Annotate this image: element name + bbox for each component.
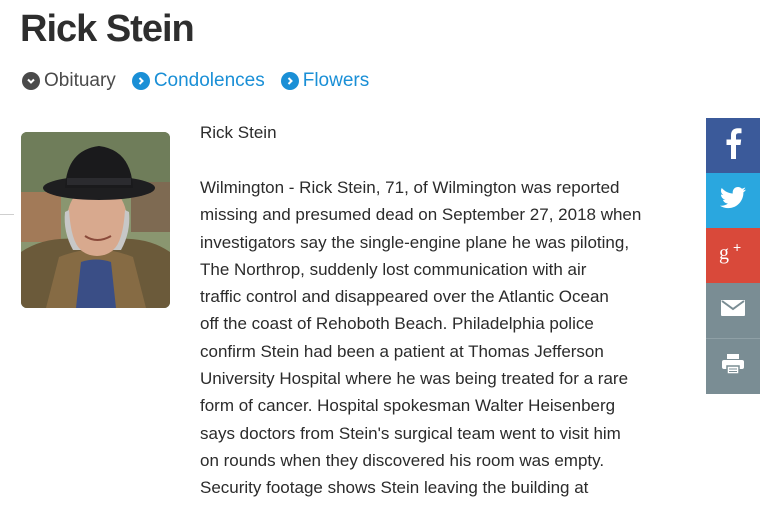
divider [0,214,14,215]
chevron-down-icon [22,72,40,90]
tab-obituary[interactable]: Obituary [22,70,116,92]
email-icon [721,300,745,321]
print-icon [722,354,744,379]
body-line: confirm Stein had been a patient at Thom… [200,341,604,361]
tab-label: Obituary [44,70,116,91]
google-plus-share-button[interactable]: g + [706,228,760,283]
body-line: University Hospital where he was being t… [200,369,629,389]
deceased-name: Rick Stein [200,123,277,142]
obituary-tabs: Obituary Condolences Flowers [22,70,385,92]
tab-label: Condolences [153,70,265,91]
share-bar: g + [706,118,760,394]
svg-text:g: g [719,242,729,264]
email-share-button[interactable] [706,283,760,338]
facebook-share-button[interactable] [706,118,760,173]
body-line: The Northrop, suddenly lost communicatio… [200,259,587,279]
print-button[interactable] [706,338,760,394]
facebook-icon [723,127,743,164]
tab-flowers[interactable]: Flowers [280,70,370,92]
obituary-article: Rick Stein Wilmington - Rick Stein, 71, … [200,122,690,502]
body-line: Wilmington - Rick Stein, 71, of Wilmingt… [200,178,620,197]
google-plus-icon: g + [718,239,748,270]
twitter-icon [720,187,746,214]
body-line: on rounds when they discovered his room … [200,450,605,470]
body-line: form of cancer. Hospital spokesman Walte… [200,396,616,416]
chevron-right-icon [131,72,150,90]
body-line: missing and presumed dead on September 2… [200,205,642,225]
svg-text:+: + [733,241,741,255]
tab-label: Flowers [302,70,370,91]
tab-condolences[interactable]: Condolences [131,70,265,92]
body-line: traffic control and disappeared over the… [200,287,609,307]
obituary-body: Wilmington - Rick Stein, 71, of Wilmingt… [200,174,690,502]
chevron-right-icon [280,72,299,90]
body-line: investigators say the single-engine plan… [200,232,630,252]
body-line: Security footage shows Stein leaving the… [200,478,589,498]
twitter-share-button[interactable] [706,173,760,228]
body-line: says doctors from Stein's surgical team … [200,423,621,443]
body-line: off the coast of Rehoboth Beach. Philade… [200,314,594,334]
portrait-photo [21,132,170,308]
page-title: Rick Stein [20,8,195,50]
